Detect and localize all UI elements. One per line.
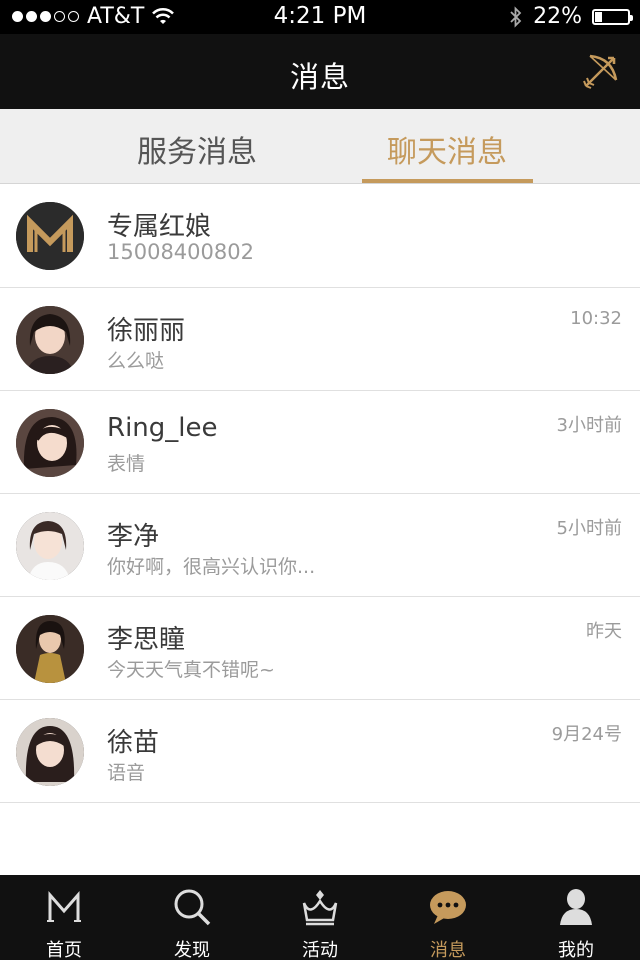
bottom-tab-bar: 首页 发现 活动 消息 我的	[0, 875, 640, 961]
message-preview: 么么哒	[107, 350, 165, 372]
contact-name: 李思瞳	[107, 625, 186, 655]
avatar	[16, 202, 84, 270]
battery-icon	[592, 8, 633, 25]
conversation-list: 专属红娘 15008400802 徐丽丽 么么哒 10:32 Ring_lee …	[0, 184, 640, 803]
profile-photo	[16, 512, 84, 580]
tab-messages[interactable]: 消息	[384, 875, 512, 961]
tab-label: 消息	[430, 940, 466, 961]
list-item[interactable]: 徐苗 语音 9月24号	[0, 700, 640, 803]
profile-photo	[16, 718, 84, 786]
message-time: 5小时前	[556, 518, 622, 539]
profile-photo	[16, 306, 84, 374]
message-time: 昨天	[586, 621, 622, 642]
message-preview: 今天天气真不错呢~	[107, 659, 275, 681]
contact-name: 徐苗	[107, 728, 160, 758]
tab-label: 首页	[46, 940, 82, 961]
battery-percent: 22%	[533, 4, 582, 29]
avatar	[16, 512, 84, 580]
profile-photo	[16, 409, 84, 477]
contact-name: Ring_lee	[107, 413, 218, 443]
tab-label: 发现	[174, 940, 210, 961]
active-tab-indicator	[362, 179, 533, 183]
status-right: 22%	[509, 4, 633, 29]
message-preview: 表情	[107, 453, 146, 475]
avatar	[16, 306, 84, 374]
avatar	[16, 718, 84, 786]
contact-name: 专属红娘	[107, 212, 212, 242]
tab-chat-messages[interactable]: 聊天消息	[362, 127, 532, 171]
person-icon	[560, 889, 592, 925]
tab-home[interactable]: 首页	[0, 875, 128, 961]
tab-label: 活动	[302, 940, 338, 961]
m-logo-icon	[47, 891, 81, 922]
list-item[interactable]: 李思瞳 今天天气真不错呢~ 昨天	[0, 597, 640, 700]
list-item[interactable]: Ring_lee 表情 3小时前	[0, 391, 640, 494]
message-preview: 你好啊，很高兴认识你...	[107, 556, 316, 578]
chat-bubble-icon	[430, 891, 466, 924]
message-time: 10:32	[570, 308, 622, 329]
tab-discover[interactable]: 发现	[128, 875, 256, 961]
message-time: 3小时前	[556, 415, 622, 436]
profile-photo	[16, 615, 84, 683]
navigation-bar: 消息	[0, 34, 640, 109]
avatar	[16, 409, 84, 477]
contact-name: 徐丽丽	[107, 316, 186, 346]
tab-label: 我的	[558, 940, 594, 961]
search-icon	[174, 889, 211, 926]
page-title: 消息	[289, 60, 350, 94]
status-bar: AT&T 4:21 PM 22%	[0, 0, 640, 34]
list-item[interactable]: 李净 你好啊，很高兴认识你... 5小时前	[0, 494, 640, 597]
contact-name: 李净	[107, 522, 160, 552]
message-preview: 15008400802	[107, 240, 254, 264]
battery-fill	[595, 11, 602, 22]
crown-icon	[302, 890, 338, 926]
bluetooth-icon	[510, 5, 522, 28]
message-type-tabs: 服务消息 聊天消息	[0, 109, 640, 184]
tab-service-messages[interactable]: 服务消息	[112, 127, 282, 171]
message-preview: 语音	[107, 762, 146, 784]
cupid-bow-icon[interactable]	[580, 48, 624, 92]
avatar	[16, 615, 84, 683]
m-logo-icon	[16, 202, 84, 270]
message-time: 9月24号	[551, 724, 622, 745]
tab-profile[interactable]: 我的	[512, 875, 640, 961]
list-item[interactable]: 专属红娘 15008400802	[0, 184, 640, 288]
list-item[interactable]: 徐丽丽 么么哒 10:32	[0, 288, 640, 391]
tab-activity[interactable]: 活动	[256, 875, 384, 961]
